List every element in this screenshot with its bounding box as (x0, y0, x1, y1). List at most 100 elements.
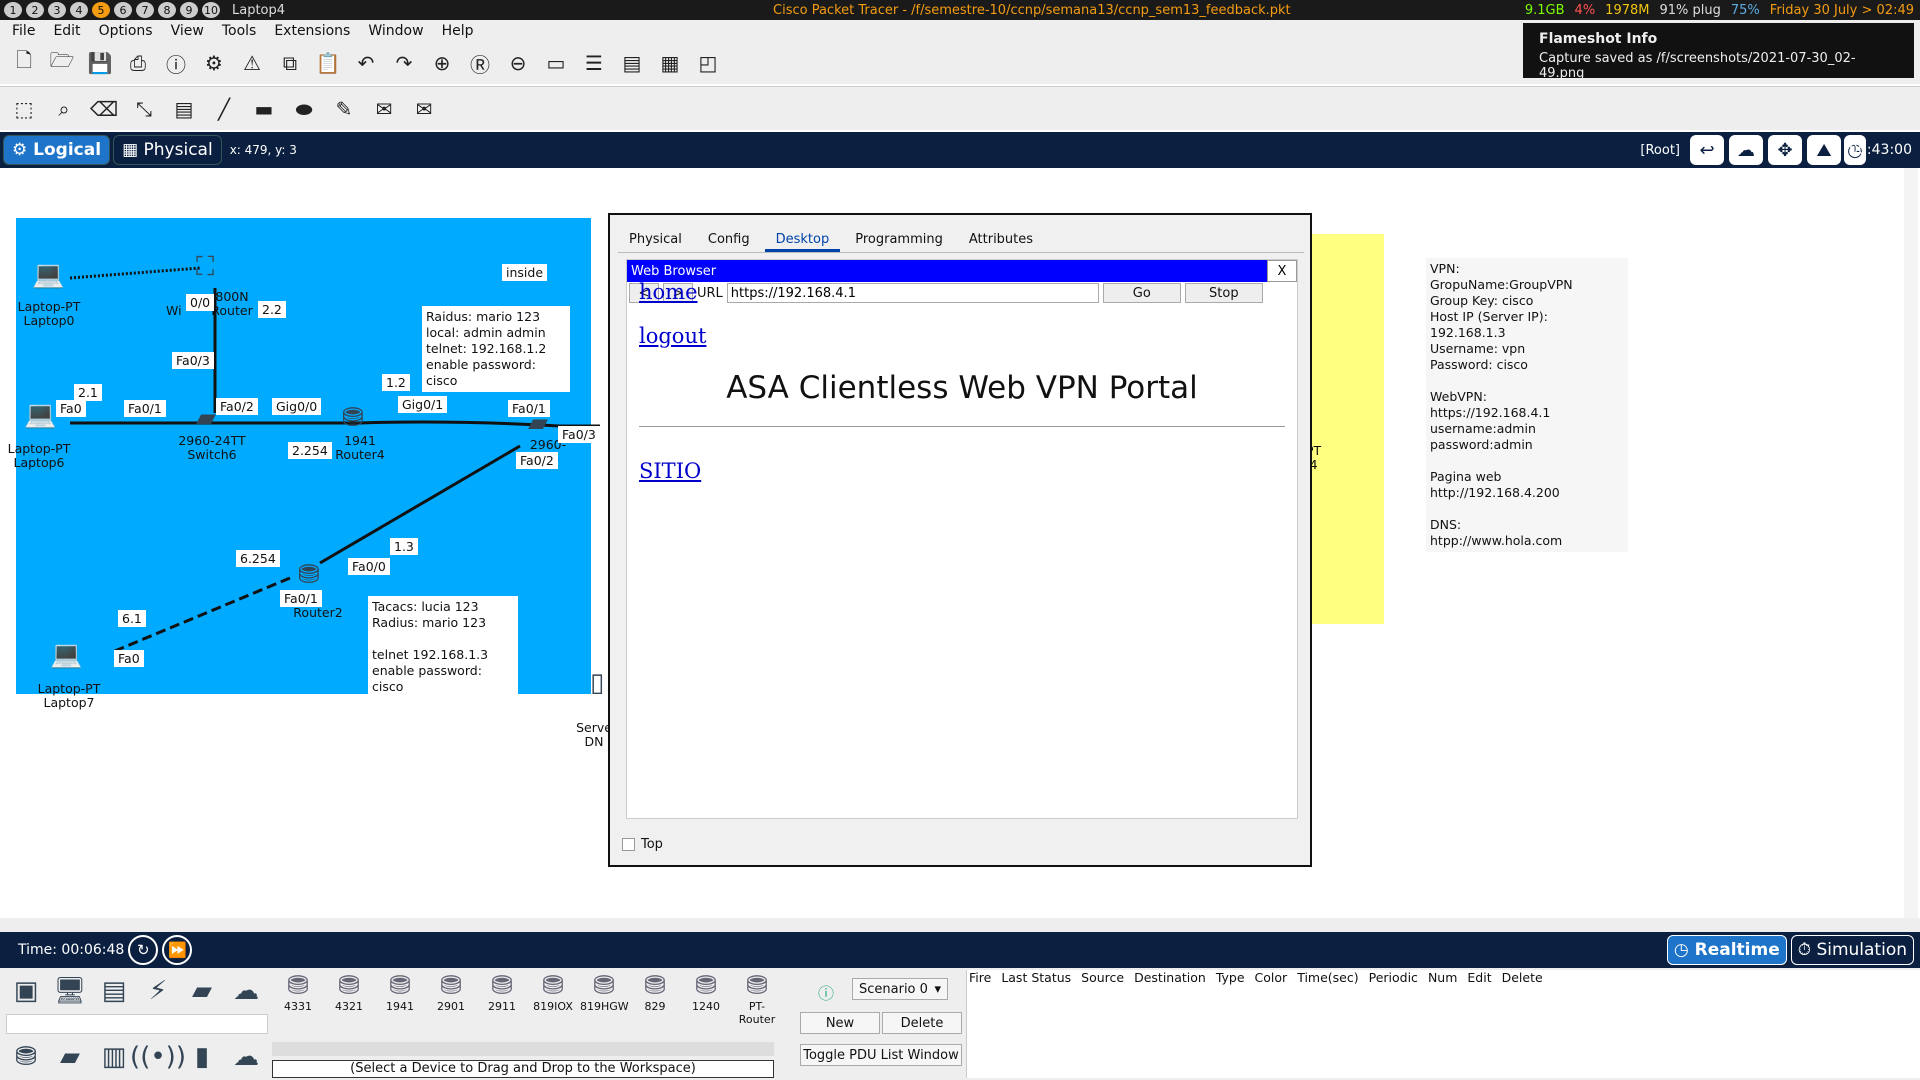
sitio-link[interactable]: SITIO (639, 459, 1285, 483)
draw-ellipse-icon[interactable]: ⬬ (290, 95, 318, 123)
connections-icon[interactable]: ⚡ (138, 972, 178, 1010)
browser-close-button[interactable]: X (1267, 260, 1297, 282)
note-tacacs[interactable]: Tacacs: lucia 123 Radius: mario 123 teln… (368, 596, 518, 698)
multiuser-icon[interactable]: ☁ (226, 972, 266, 1010)
router-icon[interactable]: ⛃ (298, 560, 320, 590)
workspace-button[interactable]: 2 (26, 2, 44, 18)
add-simple-pdu-icon[interactable]: ✉ (370, 95, 398, 123)
cloud-icon[interactable]: ☁ (1729, 135, 1763, 165)
draw-rectangle-icon[interactable]: ▬ (250, 95, 278, 123)
simulation-button[interactable]: ⏱ Simulation (1790, 935, 1914, 965)
end-devices-icon[interactable]: 🖥 (50, 972, 90, 1010)
workspace-button[interactable]: 8 (158, 2, 176, 18)
menu-file[interactable]: File (12, 23, 35, 39)
print-icon[interactable]: ⎙ (124, 49, 152, 77)
menu-options[interactable]: Options (99, 23, 153, 39)
paste-icon[interactable]: 📋 (314, 49, 342, 77)
laptop-icon[interactable]: 💻 (24, 400, 56, 430)
workspace-switcher[interactable]: 1 2 3 4 5 6 7 8 9 10 (0, 2, 220, 18)
undo-icon[interactable]: ↶ (352, 49, 380, 77)
device-model-item[interactable]: ⛃ 829 (631, 968, 679, 1018)
draw-line-icon[interactable]: ╱ (210, 95, 238, 123)
switch-icon[interactable]: ▰ (196, 403, 216, 433)
zoom-in-icon[interactable]: ⊕ (428, 49, 456, 77)
wireless-router-icon[interactable]: ⛶ (196, 252, 214, 283)
device-model-item[interactable]: ⛃ 819HGW (580, 968, 629, 1018)
tab-attributes[interactable]: Attributes (958, 227, 1044, 252)
workspace-button[interactable]: 10 (202, 2, 220, 18)
custom-devices-icon[interactable]: ☰ (580, 49, 608, 77)
resize-icon[interactable]: ⤡ (130, 95, 158, 123)
new-file-icon[interactable]: 🗋 (10, 48, 38, 77)
menu-edit[interactable]: Edit (53, 23, 80, 39)
device-model-item[interactable]: ⛃ 2911 (478, 968, 526, 1018)
note-vpn[interactable]: VPN: GropuName:GroupVPN Group Key: cisco Ho… (1426, 258, 1628, 552)
network-devices-icon[interactable]: ▣ (6, 972, 46, 1010)
wan-emulation-icon[interactable]: ☁ (226, 1038, 266, 1076)
device-model-item[interactable]: ⛃ 1941 (376, 968, 424, 1018)
delete-icon[interactable]: ⌫ (90, 95, 118, 123)
switches-icon[interactable]: ▰ (50, 1038, 90, 1076)
menu-tools[interactable]: Tools (222, 23, 257, 39)
scenario-select[interactable]: Scenario 0 ▾ (852, 978, 948, 1000)
place-note-icon[interactable]: ▤ (170, 95, 198, 123)
device-model-item[interactable]: ⛃ 1240 (682, 968, 730, 1018)
home-link[interactable]: home (639, 280, 1285, 304)
misc-icon[interactable]: ▰ (182, 972, 222, 1010)
zoom-reset-icon[interactable]: Ⓡ (466, 49, 494, 77)
menu-help[interactable]: Help (442, 23, 474, 39)
hubs-icon[interactable]: ▥ (94, 1038, 134, 1076)
horizontal-scrollbar[interactable] (0, 918, 1920, 932)
workspace-button[interactable]: 5 (92, 2, 110, 18)
freeform-icon[interactable]: ✎ (330, 95, 358, 123)
background-image-icon[interactable]: ⛰ (1807, 135, 1841, 165)
device-model-item[interactable]: ⛃ PT-Router (733, 968, 781, 1026)
workspace-button[interactable]: 7 (136, 2, 154, 18)
fast-forward-icon[interactable]: ⏩ (162, 935, 193, 965)
workspace-button[interactable]: 4 (70, 2, 88, 18)
menu-extensions[interactable]: Extensions (274, 23, 350, 39)
save-icon[interactable]: 💾 (86, 49, 114, 77)
laptop-icon[interactable]: 💻 (32, 260, 64, 290)
flameshot-notification[interactable]: Flameshot Info Capture saved as /f/scree… (1523, 23, 1914, 81)
device-template-icon[interactable]: ▦ (656, 49, 684, 77)
router-icon[interactable]: ⛃ (342, 403, 364, 433)
menu-view[interactable]: View (171, 23, 204, 39)
physical-tab[interactable]: ▦ Physical (113, 135, 222, 165)
top-checkbox-box[interactable] (622, 838, 635, 851)
screenshot-icon[interactable]: ◰ (694, 49, 722, 77)
navigation-icon[interactable]: ✥ (1768, 135, 1802, 165)
tab-physical[interactable]: Physical (618, 227, 693, 252)
workspace-button[interactable]: 6 (114, 2, 132, 18)
tab-config[interactable]: Config (697, 227, 761, 252)
select-icon[interactable]: ⬚ (10, 95, 38, 123)
notes-icon[interactable]: ▤ (618, 49, 646, 77)
workspace-button[interactable]: 9 (180, 2, 198, 18)
device-model-item[interactable]: ⛃ 819IOX (529, 968, 577, 1018)
logical-tab[interactable]: ⚙ Logical (3, 135, 111, 165)
security-icon[interactable]: ▮ (182, 1038, 222, 1076)
top-checkbox[interactable]: Top (622, 837, 663, 852)
laptop-icon[interactable]: 💻 (50, 640, 82, 670)
new-scenario-button[interactable]: New (800, 1012, 880, 1034)
copy-icon[interactable]: ⧉ (276, 49, 304, 77)
add-complex-pdu-icon[interactable]: ✉ (410, 95, 438, 123)
vertical-scrollbar[interactable] (1904, 168, 1918, 918)
toggle-pdu-list-button[interactable]: Toggle PDU List Window (800, 1044, 962, 1066)
tab-desktop[interactable]: Desktop (764, 227, 841, 252)
routers-icon[interactable]: ⛃ (6, 1038, 46, 1076)
redo-icon[interactable]: ↷ (390, 49, 418, 77)
delete-scenario-button[interactable]: Delete (882, 1012, 962, 1034)
scenario-info-icon[interactable]: ⓘ (818, 980, 834, 1004)
zoom-out-icon[interactable]: ⊖ (504, 49, 532, 77)
drawing-palette-icon[interactable]: ▭ (542, 49, 570, 77)
components-icon[interactable]: ▤ (94, 972, 134, 1010)
logout-link[interactable]: logout (639, 324, 1285, 348)
device-model-item[interactable]: ⛃ 2901 (427, 968, 475, 1018)
device-model-item[interactable]: ⛃ 4321 (325, 968, 373, 1018)
inspect-icon[interactable]: ⌕ (50, 95, 78, 123)
server-icon[interactable]: ▯ (590, 668, 604, 698)
network-wizard-icon[interactable]: ⚙ (200, 49, 228, 77)
note-radius[interactable]: Raidus: mario 123 local: admin admin tel… (422, 306, 570, 392)
power-cycle-icon[interactable]: ↻ (128, 935, 159, 965)
